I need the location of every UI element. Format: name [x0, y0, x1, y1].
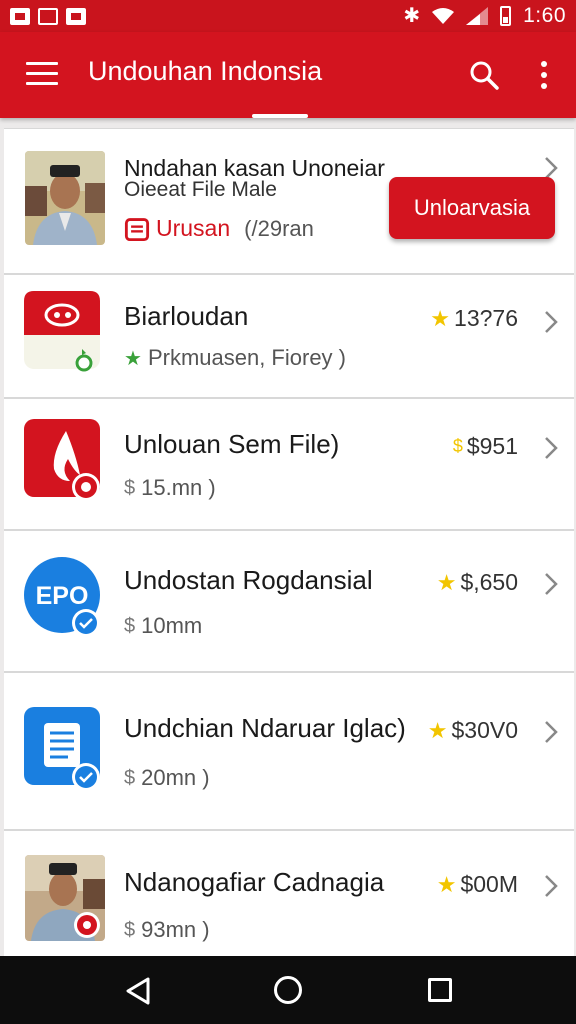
- item-subtitle: Prkmuasen, Fiorey ): [147, 345, 346, 370]
- item-price: 13?76: [454, 305, 518, 331]
- epo-icon-text: EPO: [36, 582, 89, 610]
- star-icon: $: [452, 436, 463, 456]
- list-item[interactable]: Ndanogafiar Cadnagia ★ $00M $ 93mn ): [4, 830, 574, 956]
- item-subtitle-row: ★ Prkmuasen, Fiorey ): [124, 345, 346, 371]
- menu-icon[interactable]: [26, 62, 58, 86]
- star-icon: ★: [430, 305, 451, 331]
- star-icon: ★: [427, 717, 448, 743]
- person-photo: [25, 855, 105, 941]
- chevron-right-icon[interactable]: [542, 719, 560, 745]
- item-price: $951: [466, 433, 518, 459]
- red-flame-app-icon: [24, 419, 100, 501]
- chevron-right-icon[interactable]: [542, 435, 560, 461]
- list-item[interactable]: EPO Undostan Rogdansial ★ $,650 $ 10mm: [4, 530, 574, 672]
- more-options-icon[interactable]: [536, 58, 552, 92]
- dollar-icon: $: [124, 918, 136, 941]
- chevron-right-icon[interactable]: [542, 571, 560, 597]
- featured-meta-row: Urusan (/29ran: [124, 215, 314, 242]
- star-icon: ★: [436, 871, 457, 897]
- item-price: $,650: [460, 569, 518, 595]
- epo-app-icon: EPO: [24, 557, 100, 637]
- item-title: Ndanogafiar Cadnagia: [124, 867, 385, 897]
- item-subtitle-row: $ 15.mn ): [124, 475, 216, 501]
- item-title: Unlouan Sem File): [124, 429, 340, 459]
- chevron-right-icon[interactable]: [542, 309, 560, 335]
- download-button[interactable]: Unloarvasia: [389, 177, 555, 239]
- item-rating: $ $951: [453, 433, 518, 460]
- item-subtitle: 93mn ): [141, 917, 210, 942]
- calendar-icon: [124, 217, 150, 241]
- home-icon[interactable]: [274, 976, 302, 1004]
- item-rating: ★ 13?76: [430, 305, 518, 332]
- item-subtitle-row: $ 10mm: [124, 613, 202, 639]
- featured-title-line2: Oieeat File Male: [124, 178, 277, 201]
- item-title: Biarloudan: [124, 301, 249, 331]
- item-subtitle-row: $ 20mn ): [124, 765, 210, 791]
- item-subtitle: 10mm: [141, 613, 203, 638]
- dollar-icon: $: [124, 614, 136, 637]
- app-title: Undouhan Indonsia: [88, 56, 323, 86]
- notification-icons: [10, 7, 86, 25]
- wifi-icon: [432, 8, 455, 24]
- recent-apps-icon[interactable]: [428, 978, 452, 1002]
- item-price: $00M: [460, 871, 518, 897]
- app-bar: Undouhan Indonsia: [0, 32, 576, 118]
- tab-indicator: [252, 114, 308, 118]
- list-item[interactable]: Biarloudan ★ 13?76 ★ Prkmuasen, Fiorey ): [4, 274, 574, 398]
- item-rating: ★ $,650: [437, 569, 518, 596]
- item-subtitle: 15.mn ): [141, 475, 216, 500]
- featured-meta: (/29ran: [244, 215, 314, 241]
- list-item[interactable]: Undchian Ndaruar Iglac) ★ $30V0 $ 20mn ): [4, 672, 574, 830]
- green-star-icon: ★: [124, 347, 142, 370]
- blue-document-app-icon: [24, 707, 100, 791]
- system-nav-bar: [0, 956, 576, 1024]
- chevron-right-icon[interactable]: [542, 873, 560, 899]
- back-icon[interactable]: [124, 976, 152, 1006]
- status-bar: ✱ 1:60: [0, 0, 576, 32]
- item-subtitle-row: $ 93mn ): [124, 917, 210, 943]
- dollar-icon: $: [124, 476, 136, 499]
- gallery-notification-icon: [66, 7, 86, 25]
- featured-person-photo: [25, 151, 105, 245]
- red-cloud-app-icon: [24, 291, 100, 372]
- list-item[interactable]: Unlouan Sem File) $ $951 $ 15.mn ): [4, 398, 574, 530]
- item-subtitle: 20mn ): [141, 765, 210, 790]
- featured-category: Urusan: [156, 215, 231, 241]
- clock: 1:60: [523, 4, 566, 27]
- item-price: $30V0: [451, 717, 518, 743]
- image-notification-icon: [10, 7, 30, 25]
- app-notification-icon: [38, 7, 58, 25]
- dollar-icon: $: [124, 766, 136, 789]
- item-title: Undostan Rogdansial: [124, 565, 373, 595]
- search-icon[interactable]: [468, 59, 500, 91]
- item-rating: ★ $00M: [437, 871, 518, 898]
- item-title: Undchian Ndaruar Iglac): [124, 713, 406, 743]
- signal-icon: [466, 7, 489, 25]
- featured-item[interactable]: Nndahan kasan Unoneiar Oieeat File Male …: [4, 128, 574, 274]
- star-icon: ★: [436, 569, 457, 595]
- battery-icon: [500, 6, 512, 26]
- bluetooth-icon: ✱: [403, 5, 421, 27]
- item-rating: ★ $30V0: [428, 717, 518, 744]
